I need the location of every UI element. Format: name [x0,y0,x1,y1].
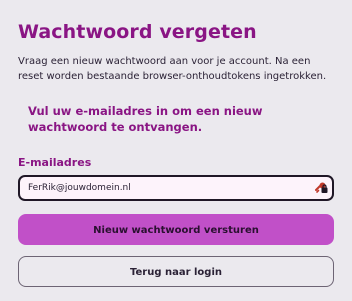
back-to-login-button[interactable]: Terug naar login [18,256,334,287]
page-title: Wachtwoord vergeten [18,21,257,43]
email-field-wrapper [18,175,334,201]
instruction-text: Vul uw e-mailadres in om een nieuw wacht… [28,104,263,134]
email-field[interactable] [28,177,308,199]
forgot-password-card: Wachtwoord vergeten Vraag een nieuw wach… [0,0,352,301]
email-label: E-mailadres [18,156,92,169]
send-new-password-button[interactable]: Nieuw wachtwoord versturen [18,214,334,245]
intro-text: Vraag een nieuw wachtwoord aan voor je a… [18,56,327,82]
key-lock-icon[interactable] [314,181,328,195]
